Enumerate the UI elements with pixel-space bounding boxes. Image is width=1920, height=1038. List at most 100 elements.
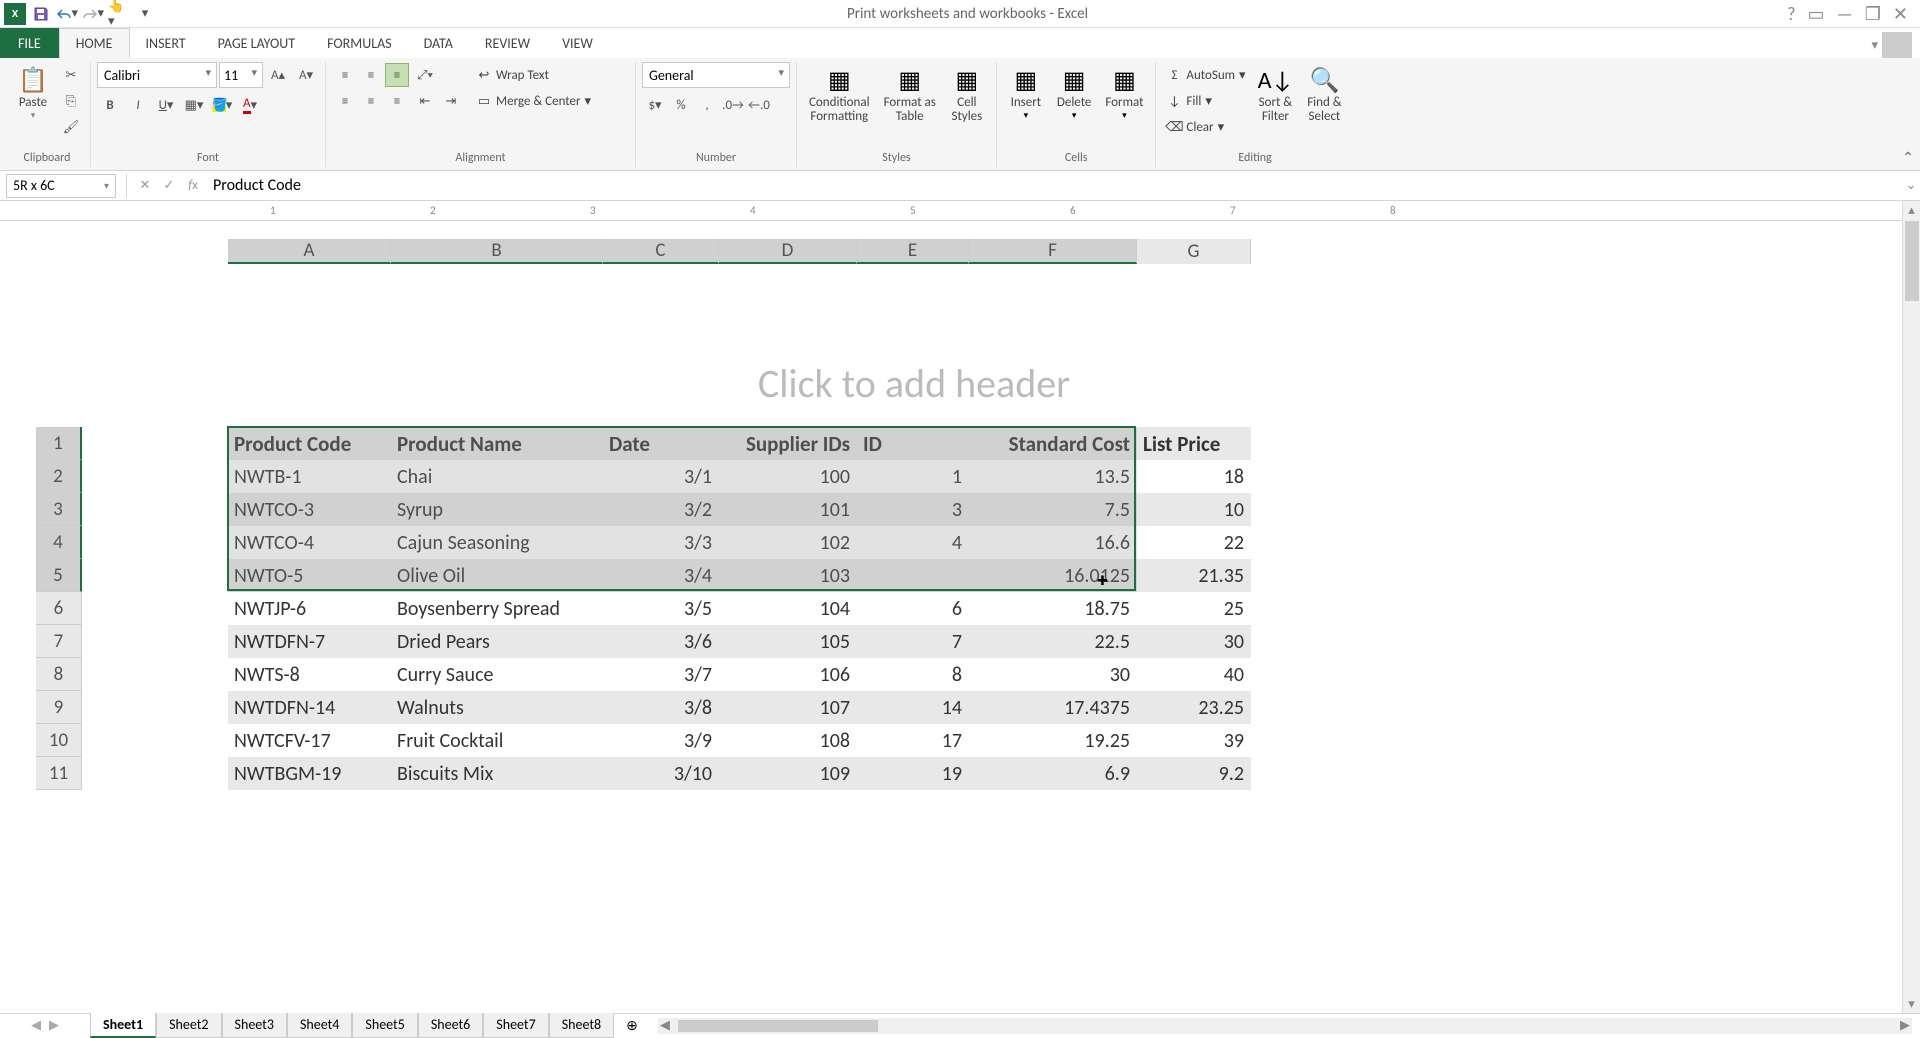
row-header[interactable]: 5 <box>36 559 82 592</box>
find-select-button[interactable]: 🔍Find & Select <box>1301 62 1347 127</box>
row-header[interactable]: 8 <box>36 658 82 691</box>
table-header-cell[interactable]: Standard Cost <box>969 427 1137 460</box>
column-headers[interactable]: ABCDEFG <box>228 239 1251 264</box>
tab-insert[interactable]: INSERT <box>130 28 202 58</box>
sheet-tab[interactable]: Sheet8 <box>549 1013 614 1038</box>
table-cell[interactable]: 16.6 <box>969 526 1137 559</box>
sheet-tab[interactable]: Sheet4 <box>287 1013 352 1038</box>
table-cell[interactable]: 8 <box>857 658 969 691</box>
table-cell[interactable]: 6 <box>857 592 969 625</box>
font-size-input[interactable] <box>219 62 263 88</box>
column-header[interactable]: A <box>228 239 391 264</box>
table-cell[interactable]: 106 <box>719 658 857 691</box>
cell-grid[interactable]: Product CodeProduct NameDateSupplier IDs… <box>228 427 1251 790</box>
borders-icon[interactable]: ▦▾ <box>182 93 206 117</box>
table-cell[interactable]: Biscuits Mix <box>391 757 603 790</box>
table-cell[interactable]: NWTDFN-7 <box>228 625 391 658</box>
table-cell[interactable]: 6.9 <box>969 757 1137 790</box>
table-cell[interactable]: 3/1 <box>603 460 719 493</box>
file-tab[interactable]: FILE <box>0 28 59 58</box>
table-cell[interactable]: NWTDFN-14 <box>228 691 391 724</box>
save-icon[interactable] <box>30 3 52 25</box>
row-header[interactable]: 3 <box>36 493 82 526</box>
table-row[interactable]: NWTB-1Chai3/1100113.518 <box>228 460 1251 493</box>
decrease-decimal-icon[interactable]: ←.0 <box>747 93 771 117</box>
font-name-input[interactable] <box>97 62 217 88</box>
table-row[interactable]: NWTDFN-14Walnuts3/81071417.437523.25 <box>228 691 1251 724</box>
table-cell[interactable]: 3/6 <box>603 625 719 658</box>
row-header[interactable]: 7 <box>36 625 82 658</box>
table-cell[interactable]: 19.25 <box>969 724 1137 757</box>
table-header-cell[interactable]: Product Name <box>391 427 603 460</box>
number-format-select[interactable] <box>642 62 790 88</box>
sheet-tab[interactable]: Sheet3 <box>222 1013 287 1038</box>
table-cell[interactable]: 105 <box>719 625 857 658</box>
paste-button[interactable]: 📋 Paste ▾ <box>10 62 56 123</box>
vertical-scrollbar[interactable]: ▴ ▾ <box>1902 201 1920 1013</box>
table-cell[interactable]: 23.25 <box>1137 691 1251 724</box>
table-cell[interactable]: 39 <box>1137 724 1251 757</box>
conditional-formatting-button[interactable]: ▦Conditional Formatting <box>803 62 876 127</box>
format-as-table-button[interactable]: ▦Format as Table <box>878 62 942 127</box>
fill-color-icon[interactable]: 🪣▾ <box>210 93 234 117</box>
orientation-icon[interactable]: ⤢▾ <box>413 63 437 87</box>
table-cell[interactable]: Boysenberry Spread <box>391 592 603 625</box>
decrease-indent-icon[interactable]: ⇤ <box>413 89 437 113</box>
sort-filter-button[interactable]: A↓Sort & Filter <box>1252 62 1300 127</box>
row-header[interactable]: 1 <box>36 427 82 460</box>
table-cell[interactable]: 3/9 <box>603 724 719 757</box>
table-cell[interactable]: 7 <box>857 625 969 658</box>
page-layout-view[interactable]: 12345678 ABCDEFG 1234567891011 Click to … <box>0 201 1920 1013</box>
delete-button[interactable]: ▦Delete▾ <box>1051 62 1098 123</box>
copy-icon[interactable]: ⎘ <box>59 89 83 113</box>
comma-icon[interactable]: , <box>695 93 719 117</box>
table-cell[interactable]: NWTS-8 <box>228 658 391 691</box>
table-cell[interactable]: 1 <box>857 460 969 493</box>
clear-button[interactable]: ⌫Clear▾ <box>1162 114 1249 140</box>
sheet-tab[interactable]: Sheet1 <box>90 1013 156 1038</box>
sheet-tab[interactable]: Sheet7 <box>483 1013 548 1038</box>
table-cell[interactable]: Chai <box>391 460 603 493</box>
table-cell[interactable]: 3/7 <box>603 658 719 691</box>
table-cell[interactable]: 107 <box>719 691 857 724</box>
table-header-cell[interactable]: Supplier IDs <box>719 427 857 460</box>
align-bottom-icon[interactable]: ≡ <box>385 63 409 87</box>
page-header-placeholder[interactable]: Click to add header <box>228 297 1600 428</box>
table-row[interactable]: NWTCO-3Syrup3/210137.510 <box>228 493 1251 526</box>
table-cell[interactable]: 100 <box>719 460 857 493</box>
table-cell[interactable]: 3/3 <box>603 526 719 559</box>
row-headers[interactable]: 1234567891011 <box>36 427 82 790</box>
table-cell[interactable]: 102 <box>719 526 857 559</box>
help-icon[interactable]: ? <box>1787 3 1795 25</box>
table-cell[interactable]: Olive Oil <box>391 559 603 592</box>
column-header[interactable]: F <box>969 239 1137 264</box>
table-row[interactable]: NWTCO-4Cajun Seasoning3/3102416.622 <box>228 526 1251 559</box>
increase-decimal-icon[interactable]: .0→ <box>721 93 745 117</box>
table-row[interactable]: NWTJP-6Boysenberry Spread3/5104618.7525 <box>228 592 1251 625</box>
table-row[interactable]: Product CodeProduct NameDateSupplier IDs… <box>228 427 1251 460</box>
table-cell[interactable]: 22 <box>1137 526 1251 559</box>
column-header[interactable]: D <box>719 239 857 264</box>
table-cell[interactable]: NWTCO-4 <box>228 526 391 559</box>
table-cell[interactable]: NWTO-5 <box>228 559 391 592</box>
underline-button[interactable]: U▾ <box>154 93 178 117</box>
table-cell[interactable]: 22.5 <box>969 625 1137 658</box>
table-cell[interactable]: 13.5 <box>969 460 1137 493</box>
horizontal-ruler[interactable]: 12345678 <box>0 201 1920 221</box>
table-cell[interactable]: NWTBGM-19 <box>228 757 391 790</box>
fill-button[interactable]: ↓Fill▾ <box>1162 88 1249 114</box>
tab-data[interactable]: DATA <box>408 28 469 58</box>
table-header-cell[interactable]: Date <box>603 427 719 460</box>
currency-icon[interactable]: $▾ <box>643 93 667 117</box>
wrap-text-button[interactable]: ↩Wrap Text <box>472 62 595 88</box>
autosum-button[interactable]: ΣAutoSum▾ <box>1162 62 1249 88</box>
vertical-ruler[interactable] <box>10 281 22 1013</box>
row-header[interactable]: 6 <box>36 592 82 625</box>
align-right-icon[interactable]: ≡ <box>385 89 409 113</box>
insert-button[interactable]: ▦Insert▾ <box>1003 62 1049 123</box>
table-cell[interactable]: 109 <box>719 757 857 790</box>
tab-review[interactable]: REVIEW <box>469 28 546 58</box>
table-row[interactable]: NWTBGM-19Biscuits Mix3/10109196.99.2 <box>228 757 1251 790</box>
table-cell[interactable]: Syrup <box>391 493 603 526</box>
table-cell[interactable]: NWTCO-3 <box>228 493 391 526</box>
